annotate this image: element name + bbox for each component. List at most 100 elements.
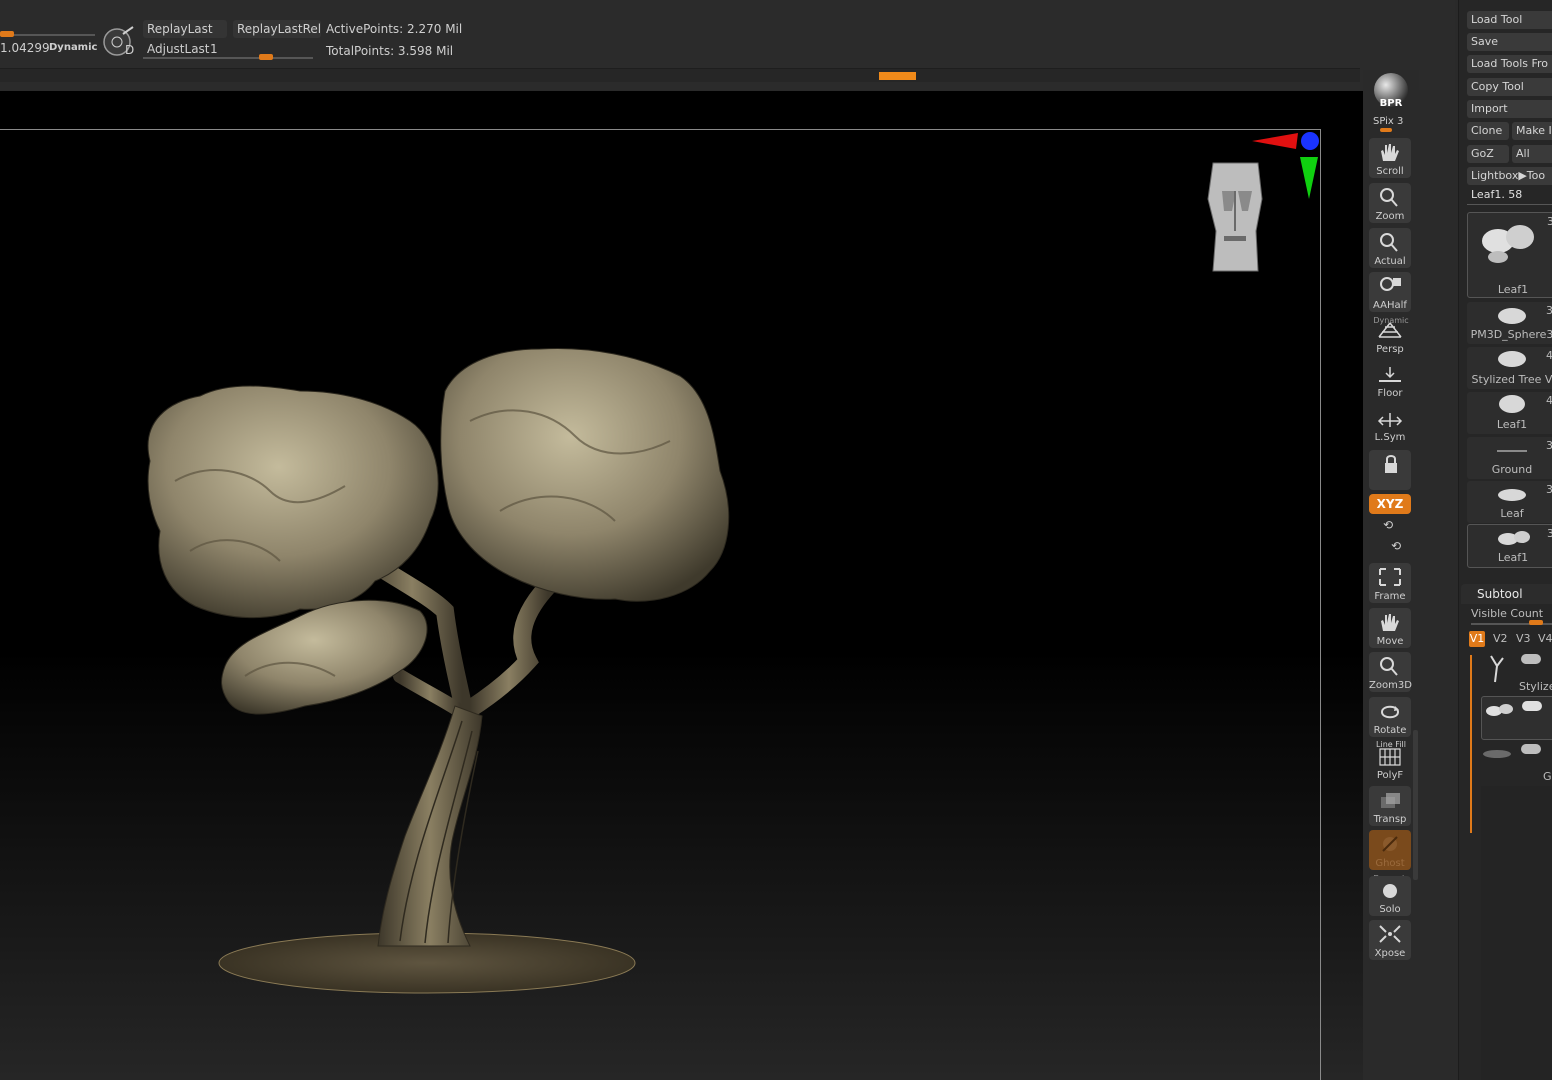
timeline-track[interactable] [0, 68, 1360, 82]
version-v4-tab[interactable]: V4 [1538, 632, 1552, 645]
frame-button[interactable]: Frame [1369, 563, 1411, 603]
move-button[interactable]: Move [1369, 608, 1411, 648]
spix-label: SPix 3 [1373, 116, 1403, 127]
zoom-label: Zoom [1375, 211, 1405, 222]
clone-button[interactable]: Clone [1467, 122, 1509, 140]
replay-last-button[interactable]: ReplayLast [143, 20, 227, 38]
solo-button[interactable]: Solo [1369, 876, 1411, 916]
tool-thumb-leaf1[interactable]: 4 Leaf1 [1467, 392, 1552, 434]
actual-label: Actual [1374, 256, 1406, 267]
subtool-row-stylized-tree[interactable]: Stylize [1481, 650, 1552, 693]
tree-model[interactable] [0, 91, 1363, 1080]
persp-button[interactable]: Persp [1369, 316, 1411, 356]
xpose-button[interactable]: Xpose [1369, 920, 1411, 960]
visible-count-knob[interactable] [1529, 620, 1543, 625]
visible-count-label: Visible Count [1471, 607, 1544, 620]
tool-thumb-pm3d-sphere3[interactable]: 3 PM3D_Sphere3 [1467, 302, 1552, 344]
aahalf-icon [1380, 277, 1401, 291]
leaf-cluster-icon [1486, 704, 1513, 716]
transp-label: Transp [1373, 814, 1407, 825]
axis-z-icon [1301, 132, 1319, 150]
subtool-row-ground[interactable]: G [1481, 740, 1552, 783]
sphere-icon [1498, 308, 1526, 324]
load-tools-from-button[interactable]: Load Tools Fro [1467, 55, 1552, 73]
active-points-readout: ActivePoints: 2.270 Mil [326, 22, 463, 36]
scroll-button[interactable]: Scroll [1369, 138, 1411, 178]
tool-thumb-leaf[interactable]: 3 Leaf [1467, 481, 1552, 523]
tool-thumb-leaf1-main[interactable]: 3 Leaf1 [1467, 212, 1552, 298]
adjust-last-slider-knob[interactable] [259, 54, 273, 60]
lightbox-tools-button[interactable]: Lightbox▶Too [1467, 167, 1552, 185]
leaf-icon [1499, 395, 1525, 413]
load-tool-button[interactable]: Load Tool [1467, 11, 1552, 29]
adjust-last-label: AdjustLast [147, 42, 210, 56]
xyz-button[interactable]: XYZ [1369, 494, 1411, 514]
aahalf-button[interactable]: AAHalf [1369, 272, 1411, 312]
zoom3d-button[interactable]: Zoom3D [1369, 652, 1412, 692]
polyf-button[interactable]: PolyF [1369, 742, 1411, 782]
lsym-button[interactable]: L.Sym [1369, 404, 1411, 444]
tool-label: Leaf1 [1497, 283, 1529, 296]
version-v2-tab[interactable]: V2 [1493, 632, 1508, 645]
goz-all-button[interactable]: All [1512, 145, 1552, 163]
subtool-scrollbar[interactable] [1470, 655, 1472, 833]
zoom3d-label: Zoom3D [1369, 680, 1412, 691]
document-viewport[interactable] [0, 91, 1363, 1080]
polyframe-icon [1379, 748, 1401, 766]
move-label: Move [1376, 636, 1404, 647]
zoom-button[interactable]: Zoom [1369, 183, 1411, 223]
magnifier-icon [1380, 188, 1398, 207]
save-button[interactable]: Save [1467, 33, 1552, 51]
transp-button[interactable]: Transp [1369, 786, 1411, 826]
tool-count: 4 [1546, 349, 1552, 362]
replay-last-rel-button[interactable]: ReplayLastRel [233, 20, 321, 38]
lock-icon [1385, 455, 1397, 473]
visibility-toggle[interactable] [1522, 701, 1542, 711]
leaf-cluster-icon [1498, 531, 1530, 545]
tool-thumb-stylized-tree[interactable]: 4 Stylized Tree V [1467, 347, 1552, 389]
version-v1-tab[interactable]: V1 [1469, 631, 1485, 647]
navigation-head-icon [1207, 162, 1263, 272]
subtool-header[interactable]: Subtool [1461, 584, 1552, 604]
rotate-label: Rotate [1373, 725, 1407, 736]
shelf-scrollbar[interactable] [1413, 730, 1418, 880]
ground-icon [1497, 450, 1527, 452]
subtool-name: Stylize [1519, 680, 1552, 693]
draw-size-slider[interactable] [0, 34, 95, 36]
goz-button[interactable]: GoZ [1467, 145, 1509, 163]
dynamic-toggle[interactable]: Dynamic [49, 42, 97, 53]
tool-label: Leaf1 [1497, 551, 1529, 564]
axis-y-icon [1300, 157, 1318, 199]
tool-count: 3 [1547, 527, 1552, 540]
subtool-name: G [1543, 770, 1552, 783]
rotate-y-icon[interactable]: ⟲ [1383, 518, 1393, 532]
tool-count: 3 [1546, 439, 1552, 452]
spix-text: SPix [1373, 116, 1394, 127]
adjust-last-slider[interactable] [143, 57, 313, 59]
tool-thumb-ground[interactable]: 3 Ground [1467, 437, 1552, 479]
draw-size-slider-knob[interactable] [0, 31, 14, 37]
rotate-button[interactable]: Rotate [1369, 697, 1411, 737]
local-lock-button[interactable] [1369, 450, 1411, 490]
visibility-toggle[interactable] [1521, 744, 1541, 754]
copy-tool-button[interactable]: Copy Tool [1467, 78, 1552, 96]
transparency-icon [1381, 793, 1400, 808]
version-v3-tab[interactable]: V3 [1516, 632, 1531, 645]
aahalf-label: AAHalf [1373, 300, 1407, 311]
bpr-button[interactable]: BPR [1371, 72, 1411, 112]
actual-button[interactable]: Actual [1369, 228, 1411, 268]
tool-count: 3 [1547, 215, 1552, 228]
timeline-marker[interactable] [879, 72, 916, 80]
make-polymesh-button[interactable]: Make I [1512, 122, 1552, 140]
ghost-button[interactable]: Ghost [1369, 830, 1411, 870]
visibility-toggle[interactable] [1521, 654, 1541, 664]
import-button[interactable]: Import [1467, 100, 1552, 118]
rotate-z-icon[interactable]: ⟲ [1391, 539, 1401, 553]
tool-thumb-leaf1-selected[interactable]: 3 Leaf1 [1467, 524, 1552, 568]
spix-slider[interactable] [1380, 128, 1392, 132]
perspective-grid-icon [1378, 322, 1402, 338]
actual-size-icon [1380, 233, 1398, 252]
floor-button[interactable]: Floor [1369, 360, 1411, 400]
subtool-row-leaf[interactable] [1481, 696, 1552, 740]
leaf-icon [1498, 489, 1526, 501]
